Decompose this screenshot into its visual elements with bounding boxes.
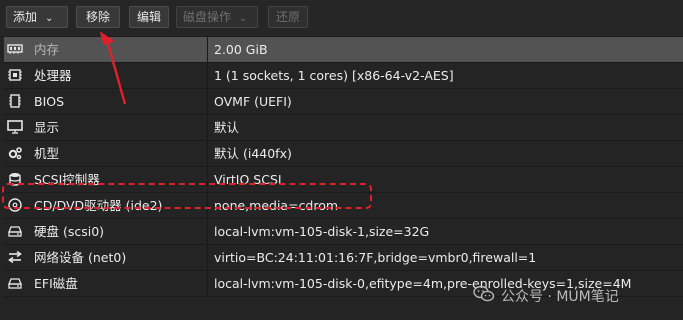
column-divider [207, 141, 208, 166]
hdd-icon [7, 224, 23, 238]
column-divider [207, 219, 208, 244]
disk-action-button-label: 磁盘操作 [183, 10, 232, 24]
row-key: 硬盘 (scsi0) [34, 224, 105, 239]
network-exchange-icon [7, 250, 23, 264]
table-row[interactable]: 显示 默认 [4, 115, 683, 141]
row-value: 2.00 GiB [214, 42, 268, 57]
row-key: 内存 [34, 42, 60, 57]
hardware-panel: 添加 ⌄ 移除 编辑 磁盘操作 ⌄ 还原 内存 2.00 GiB 处理器 1 (… [0, 0, 683, 320]
table-row[interactable]: 处理器 1 (1 sockets, 1 cores) [x86-64-v2-AE… [4, 63, 683, 89]
add-button[interactable]: 添加 ⌄ [6, 6, 68, 28]
toolbar: 添加 ⌄ 移除 编辑 磁盘操作 ⌄ 还原 [0, 0, 683, 37]
cpu-icon [7, 68, 23, 82]
row-key: EFI磁盘 [34, 276, 78, 291]
row-value: 1 (1 sockets, 1 cores) [x86-64-v2-AES] [214, 68, 454, 83]
wechat-icon [473, 285, 495, 309]
revert-button[interactable]: 还原 [268, 6, 308, 28]
row-value: 默认 [214, 120, 240, 135]
chevron-down-icon: ⌄ [239, 13, 248, 24]
bios-chip-icon [7, 94, 23, 108]
watermark: 公众号 · MUM笔记 [473, 285, 619, 305]
row-key: 显示 [34, 120, 60, 135]
row-value: 默认 (i440fx) [214, 146, 292, 161]
row-key: 处理器 [34, 68, 72, 83]
table-row[interactable]: BIOS OVMF (UEFI) [4, 89, 683, 115]
memory-icon [7, 42, 23, 56]
row-value: virtio=BC:24:11:01:16:7F,bridge=vmbr0,fi… [214, 250, 537, 265]
column-divider [207, 245, 208, 270]
column-divider [207, 37, 208, 62]
edit-button[interactable]: 编辑 [129, 6, 169, 28]
disk-action-button[interactable]: 磁盘操作 ⌄ [176, 6, 258, 28]
table-row[interactable]: 硬盘 (scsi0) local-lvm:vm-105-disk-1,size=… [4, 219, 683, 245]
column-divider [207, 115, 208, 140]
column-divider [207, 271, 208, 296]
revert-button-label: 还原 [275, 10, 300, 24]
add-button-label: 添加 [13, 10, 38, 24]
row-key: BIOS [34, 94, 65, 109]
hdd-icon [7, 276, 23, 290]
watermark-text: 公众号 · MUM笔记 [501, 289, 619, 305]
table-row[interactable]: 内存 2.00 GiB [4, 37, 683, 63]
row-key: 网络设备 (net0) [34, 250, 127, 265]
row-key: 机型 [34, 146, 60, 161]
column-divider [207, 63, 208, 88]
annotation-highlight-box [2, 183, 372, 209]
row-value: OVMF (UEFI) [214, 94, 292, 109]
column-divider [207, 89, 208, 114]
table-row[interactable]: 网络设备 (net0) virtio=BC:24:11:01:16:7F,bri… [4, 245, 683, 271]
table-row[interactable]: 机型 默认 (i440fx) [4, 141, 683, 167]
monitor-icon [7, 120, 23, 134]
edit-button-label: 编辑 [136, 10, 161, 24]
cogs-icon [7, 146, 23, 160]
remove-button-label: 移除 [85, 10, 110, 24]
row-value: local-lvm:vm-105-disk-1,size=32G [214, 224, 430, 239]
hardware-table: 内存 2.00 GiB 处理器 1 (1 sockets, 1 cores) [… [4, 37, 683, 297]
chevron-down-icon: ⌄ [45, 13, 54, 24]
remove-button[interactable]: 移除 [76, 6, 120, 28]
